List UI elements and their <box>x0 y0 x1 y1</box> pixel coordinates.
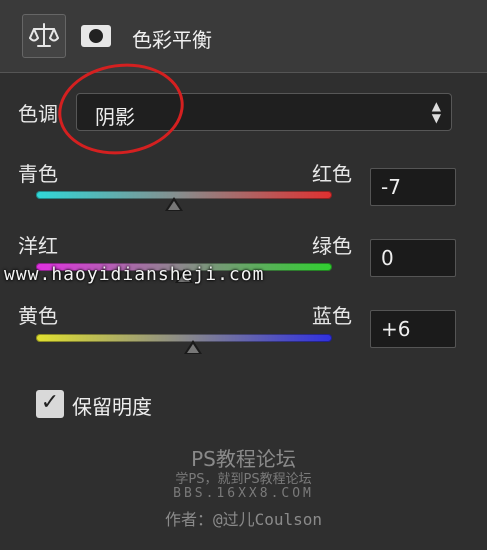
yellow-blue-value-input[interactable]: +6 <box>370 310 456 348</box>
watermark-url: www.haoyidiansheji.com <box>4 264 265 285</box>
panel-header: 色彩平衡 <box>0 0 487 73</box>
slider-blue-label: 蓝色 <box>312 304 352 328</box>
mask-icon <box>81 25 111 47</box>
yellow-blue-slider-handle[interactable] <box>183 340 202 354</box>
mask-button[interactable] <box>74 14 118 58</box>
slider-green-label: 绿色 <box>312 234 352 258</box>
preserve-luminosity-checkbox[interactable]: ✓ <box>36 390 64 418</box>
slider-cyan-label: 青色 <box>18 162 58 186</box>
balance-button[interactable] <box>22 14 66 58</box>
cyan-red-value-input[interactable]: -7 <box>370 168 456 206</box>
slider-red-label: 红色 <box>312 162 352 186</box>
cyan-red-slider-handle[interactable] <box>164 197 183 211</box>
slider-yellow-label: 黄色 <box>18 304 58 328</box>
watermark-site: BBS.16XX8.COM <box>173 486 314 501</box>
cyan-red-slider[interactable] <box>36 191 332 199</box>
tone-label: 色调 <box>18 102 58 126</box>
watermark-slogan: 学PS，就到PS教程论坛 <box>175 472 312 487</box>
panel-title: 色彩平衡 <box>132 28 212 52</box>
balance-icon <box>29 23 59 47</box>
magenta-green-value-input[interactable]: 0 <box>370 239 456 277</box>
preserve-luminosity-label: 保留明度 <box>72 395 152 419</box>
watermark-author: 作者：@过儿Coulson <box>164 510 323 529</box>
select-arrows-icon: ▲ ▼ <box>431 99 441 125</box>
slider-magenta-label: 洋红 <box>18 234 58 258</box>
